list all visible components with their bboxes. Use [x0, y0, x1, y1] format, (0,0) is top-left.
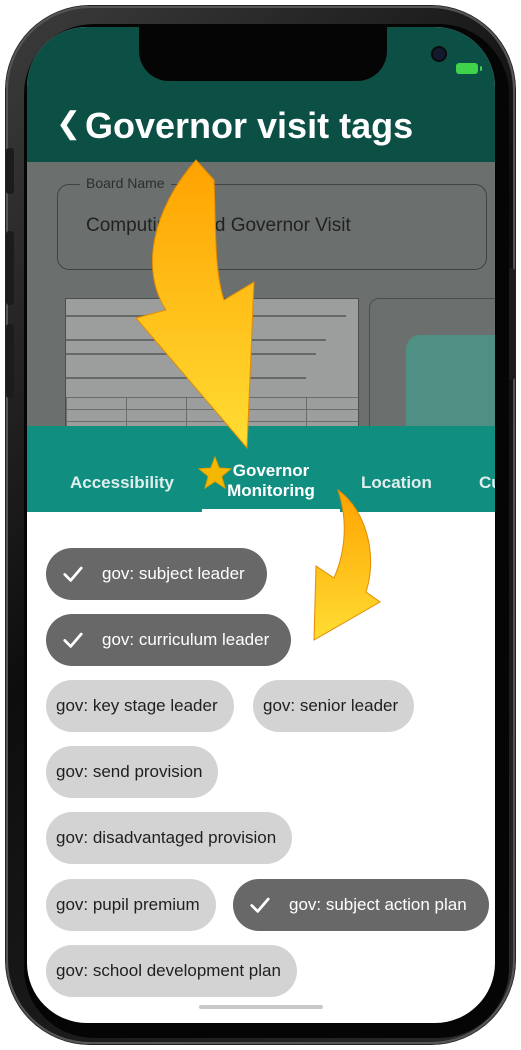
- phone-screen: ❮ Governor visit tags Board Name Computi…: [27, 27, 495, 1023]
- tag-chip[interactable]: gov: subject leader: [46, 548, 267, 600]
- board-name-label: Board Name: [80, 175, 171, 191]
- tag-chip-label: gov: pupil premium: [56, 895, 200, 914]
- image-thumbnail[interactable]: [369, 298, 495, 436]
- battery-icon: [456, 63, 482, 74]
- tag-chip-label: gov: send provision: [56, 762, 203, 781]
- tag-chip-label: gov: school development plan: [56, 961, 281, 980]
- page-title: Governor visit tags: [85, 105, 414, 146]
- tab-label-line2: Monitoring: [227, 481, 315, 500]
- tag-chip-label: gov: subject leader: [102, 564, 245, 583]
- chevron-left-icon[interactable]: ❮: [56, 109, 81, 139]
- check-icon: [63, 632, 83, 648]
- doc-line: [66, 315, 346, 317]
- tab-bar: Accessibility Governor Monitoring Locati…: [27, 426, 495, 512]
- tag-chip-label: gov: senior leader: [263, 696, 399, 715]
- doc-line: [66, 377, 306, 379]
- doc-line: [66, 353, 316, 355]
- volume-up-button: [6, 231, 14, 305]
- tag-chip[interactable]: gov: key stage leader: [46, 680, 234, 732]
- volume-down-button: [6, 324, 14, 398]
- tab-label-line1: Governor: [232, 461, 310, 480]
- tag-chip[interactable]: gov: disadvantaged provision: [46, 812, 293, 864]
- star-icon: [198, 456, 232, 490]
- tag-chip[interactable]: gov: school development plan: [46, 945, 297, 997]
- camera-icon: [433, 48, 445, 60]
- tab-cut-off[interactable]: Cu: [479, 473, 495, 493]
- check-icon: [63, 566, 83, 582]
- doc-line: [66, 339, 326, 341]
- tag-chip-label: gov: curriculum leader: [102, 630, 270, 649]
- document-thumbnail[interactable]: [65, 298, 359, 436]
- mute-switch: [6, 148, 14, 194]
- tab-governor-monitoring[interactable]: Governor Monitoring: [216, 461, 326, 501]
- board-name-value[interactable]: Computing Lead Governor Visit: [86, 215, 351, 237]
- notch: [139, 27, 445, 81]
- tag-chip[interactable]: gov: subject action plan: [233, 879, 489, 931]
- board-name-field[interactable]: Board Name Computing Lead Governor Visit: [57, 175, 487, 270]
- tag-chip[interactable]: gov: curriculum leader: [46, 614, 292, 666]
- tag-chip[interactable]: gov: send provision: [46, 746, 219, 798]
- tab-location[interactable]: Location: [361, 473, 432, 493]
- app-header: ❮ Governor visit tags: [27, 27, 495, 162]
- tag-chip[interactable]: gov: senior leader: [253, 680, 415, 732]
- tab-accessibility[interactable]: Accessibility: [70, 473, 174, 493]
- tag-chip-label: gov: key stage leader: [56, 696, 218, 715]
- tab-active-indicator: [202, 509, 340, 512]
- check-icon: [250, 897, 270, 913]
- tag-chip-label: gov: subject action plan: [289, 895, 467, 914]
- tag-chip[interactable]: gov: pupil premium: [46, 879, 216, 931]
- image-preview: [406, 335, 495, 435]
- form-area: Board Name Computing Lead Governor Visit: [27, 162, 495, 436]
- home-indicator: [199, 1005, 323, 1009]
- tag-chip-label: gov: disadvantaged provision: [56, 828, 277, 847]
